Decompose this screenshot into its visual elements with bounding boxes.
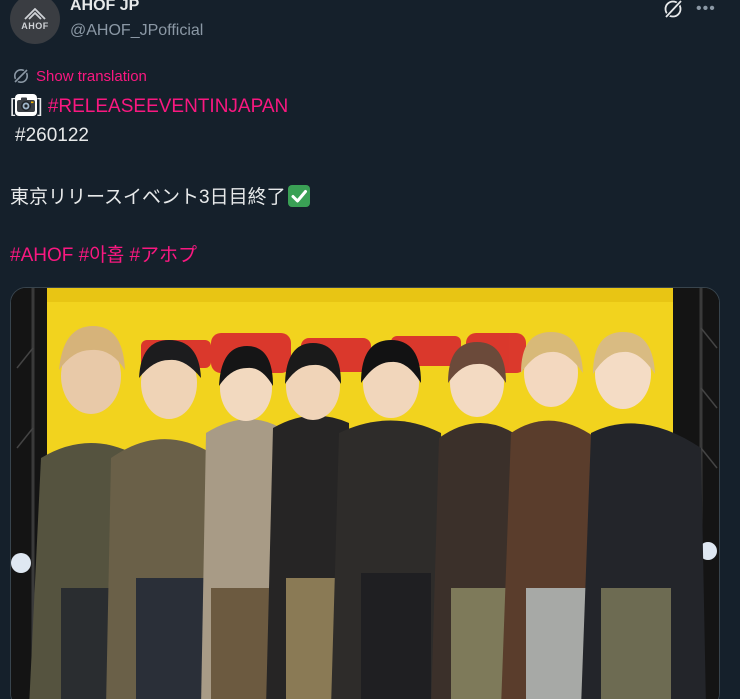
more-options-icon[interactable]: ••• <box>696 0 716 18</box>
date-tag: #260122 <box>15 125 89 146</box>
tweet: AHOF AHOF JP @AHOF_JPofficial ••• Show t… <box>0 0 740 699</box>
hashtag-ahof[interactable]: #AHOF <box>10 245 73 266</box>
tweet-photo[interactable] <box>10 287 720 699</box>
show-translation-link[interactable]: Show translation <box>12 67 147 85</box>
logo-mark-icon <box>24 7 46 20</box>
hashtag-release-event[interactable]: #RELEASEEVENTINJAPAN <box>48 96 288 117</box>
grok-icon[interactable] <box>662 0 684 20</box>
avatar-logo-text: AHOF <box>21 20 49 31</box>
tweet-line-4: #AHOF #아홉 #アホプ <box>10 244 197 268</box>
translate-icon <box>13 68 29 84</box>
author-handle[interactable]: @AHOF_JPofficial <box>70 22 203 40</box>
check-mark-icon <box>287 185 310 207</box>
tweet-line-1: [ ] #RELEASEEVENTINJAPAN <box>10 94 288 119</box>
bracket-close: ] <box>37 96 43 117</box>
show-translation-label: Show translation <box>36 67 147 85</box>
hashtag-ahop-korean[interactable]: #아홉 <box>79 245 125 266</box>
author-display-name[interactable]: AHOF JP <box>70 0 139 15</box>
avatar[interactable]: AHOF <box>10 0 60 44</box>
tweet-line-2: #260122 <box>15 124 89 148</box>
tweet-body-text: 東京リリースイベント3日目終了 <box>10 187 286 208</box>
hashtag-ahop-katakana[interactable]: #アホプ <box>129 245 197 266</box>
camera-icon <box>15 94 38 116</box>
tweet-line-3: 東京リリースイベント3日目終了 <box>10 185 310 210</box>
group-photo-image <box>11 288 719 699</box>
